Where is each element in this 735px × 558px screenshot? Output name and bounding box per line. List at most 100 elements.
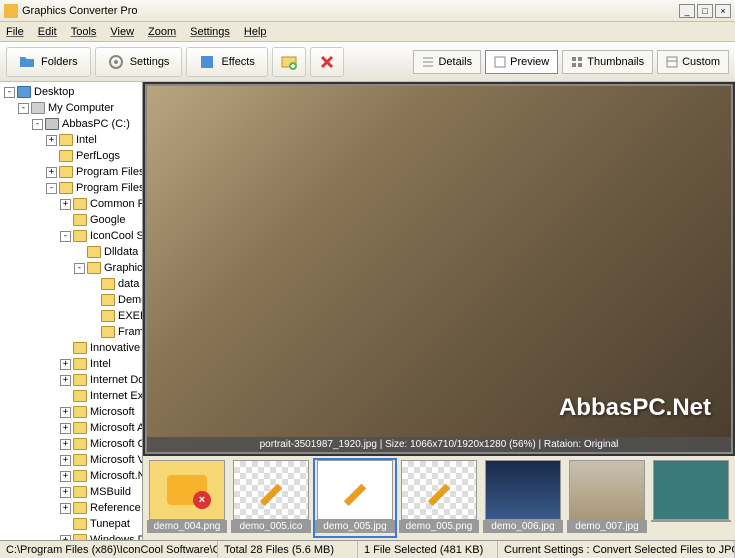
folder-icon xyxy=(73,230,87,242)
thumbnails-icon xyxy=(571,56,583,68)
expand-icon[interactable]: + xyxy=(60,471,71,482)
menu-tools[interactable]: Tools xyxy=(71,26,97,38)
tree-item[interactable]: PerfLogs xyxy=(0,148,142,164)
delete-button[interactable] xyxy=(310,47,344,77)
thumbnails-view-button[interactable]: Thumbnails xyxy=(562,50,653,74)
menu-settings[interactable]: Settings xyxy=(190,26,230,38)
tree-item[interactable]: data xyxy=(0,276,142,292)
tree-item[interactable]: - My Computer xyxy=(0,100,142,116)
collapse-icon[interactable]: - xyxy=(74,263,85,274)
thumbnail[interactable]: demo_005.jpg xyxy=(315,460,395,536)
menu-help[interactable]: Help xyxy=(244,26,267,38)
tree-item-label: Microsoft Visual Studio 8 xyxy=(90,454,143,466)
thumbnail-strip[interactable]: ×demo_004.pngdemo_005.icodemo_005.jpgdem… xyxy=(143,456,735,540)
thumbnail[interactable]: demo_007.jpg xyxy=(567,460,647,536)
tree-item[interactable]: + Microsoft Visual Studio 8 xyxy=(0,452,142,468)
tree-item[interactable]: Dlldata xyxy=(0,244,142,260)
tree-item[interactable]: + Microsoft Office xyxy=(0,436,142,452)
effects-button[interactable]: Effects xyxy=(186,47,267,77)
folders-button[interactable]: Folders xyxy=(6,47,91,77)
thumbnail[interactable]: demo_006.jpg xyxy=(483,460,563,536)
tree-item[interactable]: +Internet Download Manager xyxy=(0,372,142,388)
preview-info-bar: portrait-3501987_1920.jpg | Size: 1066x7… xyxy=(147,437,731,452)
status-selected: 1 File Selected (481 KB) xyxy=(358,541,498,558)
preview-view-button[interactable]: Preview xyxy=(485,50,558,74)
tree-item[interactable]: Tunepat xyxy=(0,516,142,532)
tree-item[interactable]: +Intel xyxy=(0,132,142,148)
details-view-button[interactable]: Details xyxy=(413,50,481,74)
tree-item[interactable]: Demo xyxy=(0,292,142,308)
tree-item[interactable]: + Microsoft.NET xyxy=(0,468,142,484)
tree-item[interactable]: Innovative Solutions xyxy=(0,340,142,356)
tree-spacer xyxy=(60,519,71,530)
tree-item[interactable]: Google xyxy=(0,212,142,228)
tree-item[interactable]: +Microsoft Analysis Services xyxy=(0,420,142,436)
expand-icon[interactable]: + xyxy=(60,359,71,370)
tree-item-label: Microsoft Office xyxy=(90,438,143,450)
expand-icon[interactable]: + xyxy=(60,375,71,386)
tree-item[interactable]: EXEBuilder xyxy=(0,308,142,324)
tree-item[interactable]: Frame xyxy=(0,324,142,340)
tree-item[interactable]: - Graphics Converter Pro xyxy=(0,260,142,276)
expand-icon[interactable]: + xyxy=(60,199,71,210)
folder-icon xyxy=(101,326,115,338)
folder-icon xyxy=(73,214,87,226)
tree-item[interactable]: -Desktop xyxy=(0,84,142,100)
menu-file[interactable]: File xyxy=(6,26,24,38)
expand-icon[interactable]: + xyxy=(46,135,57,146)
folder-icon xyxy=(73,454,87,466)
tree-item[interactable]: +Intel xyxy=(0,356,142,372)
tree-item-label: Microsoft.NET xyxy=(90,470,143,482)
thumbnail[interactable]: demo_005.png xyxy=(399,460,479,536)
preview-pane[interactable]: AbbasPC.Net portrait-3501987_1920.jpg | … xyxy=(145,84,733,454)
tree-item[interactable]: - AbbasPC (C:) xyxy=(0,116,142,132)
computer-icon xyxy=(31,102,45,114)
tree-item[interactable]: - Program Files (x86) xyxy=(0,180,142,196)
tree-item-label: Innovative Solutions xyxy=(90,342,143,354)
settings-button[interactable]: Settings xyxy=(95,47,183,77)
tree-item-label: AbbasPC (C:) xyxy=(62,118,130,130)
maximize-button[interactable]: □ xyxy=(697,4,713,18)
tree-item[interactable]: +Reference Assemblies xyxy=(0,500,142,516)
tree-item[interactable]: +Common Files xyxy=(0,196,142,212)
collapse-icon[interactable]: - xyxy=(46,183,57,194)
expand-icon[interactable]: + xyxy=(60,535,71,541)
expand-icon[interactable]: + xyxy=(60,455,71,466)
folder-icon xyxy=(73,502,87,514)
menu-zoom[interactable]: Zoom xyxy=(148,26,176,38)
close-button[interactable]: × xyxy=(715,4,731,18)
tree-item[interactable]: -IconCool Software xyxy=(0,228,142,244)
tree-item-label: Program Files (x86) xyxy=(76,182,143,194)
tree-item-label: My Computer xyxy=(48,102,114,114)
pencil-icon xyxy=(255,474,287,506)
tree-item[interactable]: +MSBuild xyxy=(0,484,142,500)
collapse-icon[interactable]: - xyxy=(18,103,29,114)
menu-edit[interactable]: Edit xyxy=(38,26,57,38)
expand-icon[interactable]: + xyxy=(60,503,71,514)
minimize-button[interactable]: _ xyxy=(679,4,695,18)
expand-icon[interactable]: + xyxy=(60,487,71,498)
tree-item[interactable]: Internet Explorer xyxy=(0,388,142,404)
collapse-icon[interactable]: - xyxy=(60,231,71,242)
thumbnail[interactable]: demo_005.ico xyxy=(231,460,311,536)
folder-icon xyxy=(73,198,87,210)
thumbnail[interactable]: ×demo_004.png xyxy=(147,460,227,536)
folder-tree[interactable]: -Desktop-My Computer-AbbasPC (C:)+IntelP… xyxy=(0,82,143,540)
collapse-icon[interactable]: - xyxy=(32,119,43,130)
custom-view-button[interactable]: Custom xyxy=(657,50,729,74)
expand-icon[interactable]: + xyxy=(46,167,57,178)
folder-icon xyxy=(59,182,73,194)
tree-item-label: Internet Explorer xyxy=(90,390,143,402)
expand-icon[interactable]: + xyxy=(60,407,71,418)
collapse-icon[interactable]: - xyxy=(4,87,15,98)
effects-icon xyxy=(199,54,215,70)
tree-item[interactable]: +Program Files xyxy=(0,164,142,180)
expand-icon[interactable]: + xyxy=(60,423,71,434)
tree-item-label: Graphics Converter Pro xyxy=(104,262,143,274)
add-button[interactable] xyxy=(272,47,306,77)
tree-item[interactable]: +Microsoft xyxy=(0,404,142,420)
expand-icon[interactable]: + xyxy=(60,439,71,450)
tree-item[interactable]: +Windows Defender xyxy=(0,532,142,540)
menu-view[interactable]: View xyxy=(110,26,134,38)
thumbnail[interactable] xyxy=(651,460,731,536)
